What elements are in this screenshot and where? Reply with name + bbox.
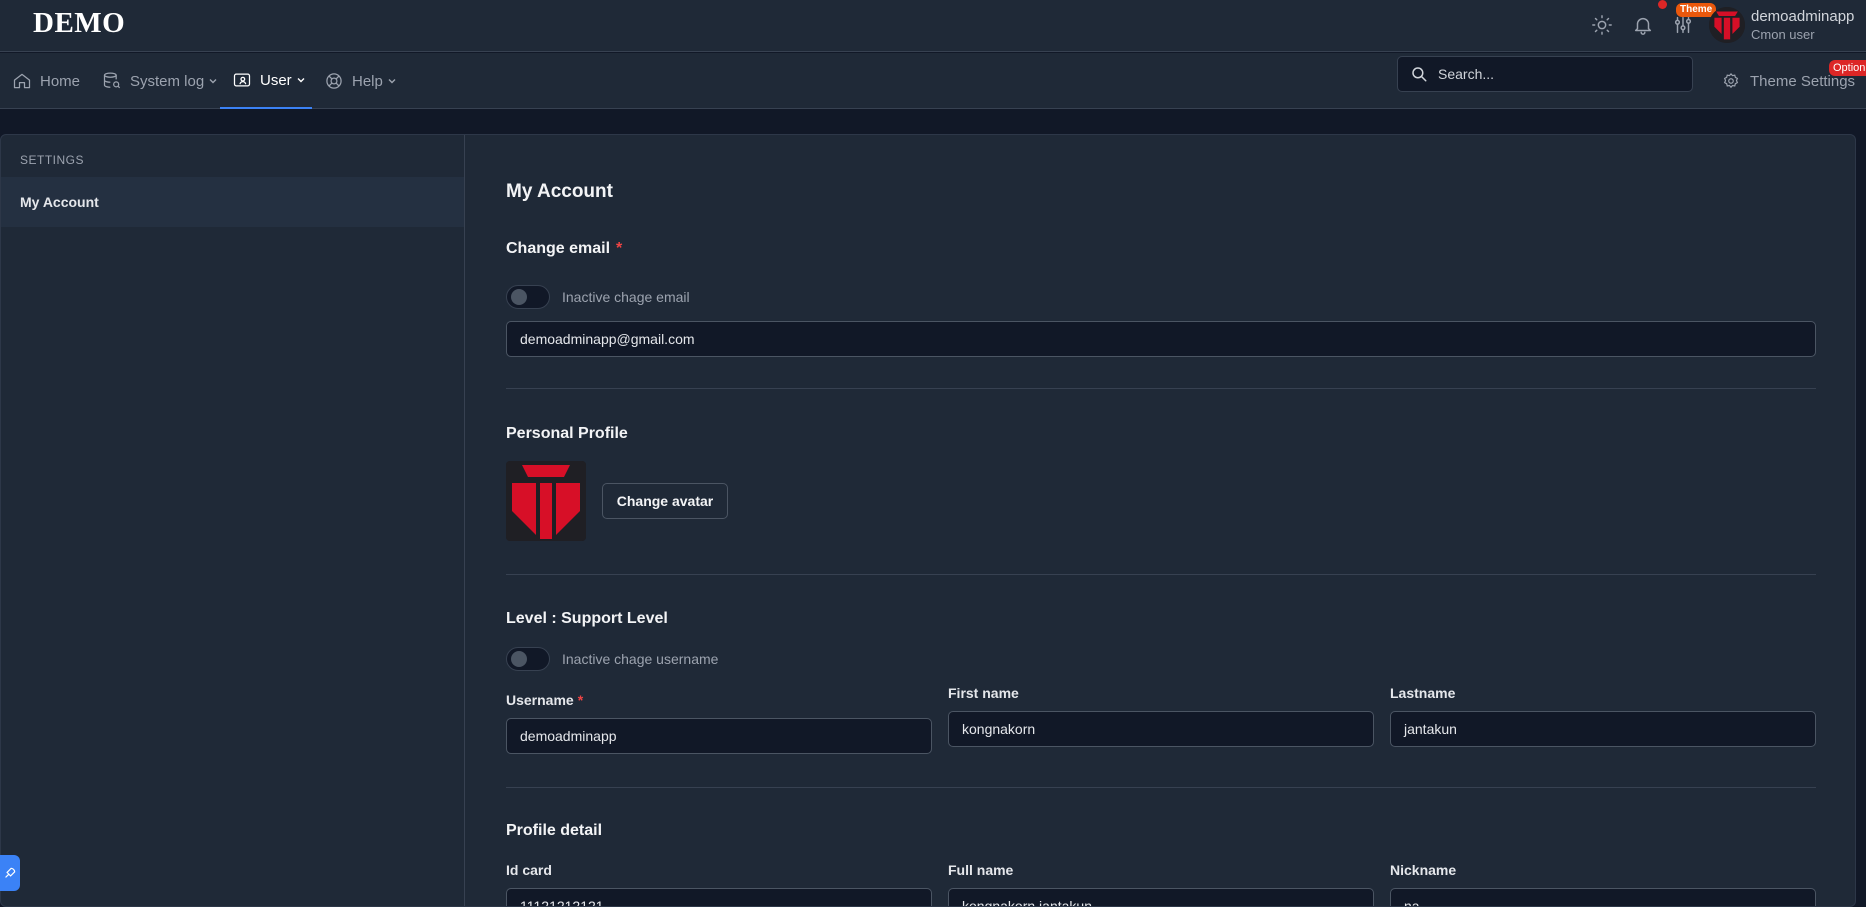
idcard-field[interactable]: 11121212121	[506, 888, 932, 906]
chevron-down-icon	[209, 79, 217, 84]
settings-panel: SETTINGS My Account My Account Change em…	[0, 134, 1856, 907]
rocket-icon	[5, 867, 16, 878]
nav-system-log-label: System log	[130, 72, 205, 90]
profile-detail-heading: Profile detail	[506, 822, 603, 839]
user-name[interactable]: demoadminapp	[1751, 8, 1854, 25]
bell-icon[interactable]	[1632, 14, 1654, 36]
firstname-field[interactable]: kongnakorn	[948, 711, 1374, 747]
chevron-down-icon	[388, 79, 396, 84]
change-email-heading: Change email *	[506, 240, 622, 258]
email-toggle[interactable]	[506, 285, 550, 309]
search-icon	[1412, 67, 1427, 82]
user-card-icon	[233, 73, 251, 87]
change-email-label: Change email	[506, 240, 611, 257]
username-toggle[interactable]	[506, 647, 550, 671]
database-search-icon	[103, 72, 121, 89]
nav-home-label: Home	[40, 72, 81, 90]
required-marker: *	[577, 692, 584, 708]
sun-icon[interactable]	[1591, 14, 1613, 36]
home-icon	[13, 73, 31, 89]
search-placeholder: Search...	[1438, 66, 1495, 82]
nav-help[interactable]: Help	[324, 53, 397, 109]
divider	[506, 787, 1816, 788]
notification-dot	[1658, 0, 1667, 9]
profile-avatar	[506, 461, 586, 541]
app-logo[interactable]: DEMO	[33, 7, 125, 40]
chevron-down-icon	[297, 78, 305, 83]
nav-system-log[interactable]: System log	[102, 53, 218, 109]
divider	[506, 574, 1816, 575]
change-avatar-button[interactable]: Change avatar	[602, 483, 728, 519]
idcard-label: Id card	[506, 862, 552, 878]
nav-home[interactable]: Home	[12, 53, 80, 109]
sliders-icon[interactable]	[1672, 14, 1694, 36]
lastname-field[interactable]: jantakun	[1390, 711, 1816, 747]
theme-badge: Theme	[1676, 3, 1717, 17]
search-input[interactable]: Search...	[1397, 56, 1693, 92]
gear-icon	[1723, 72, 1739, 89]
option-badge: Option	[1829, 60, 1866, 76]
account-form: My Account Change email * Inactive chage …	[506, 135, 1816, 906]
personal-profile-heading: Personal Profile	[506, 425, 628, 442]
main-nav: Home System log User Help Search... Them…	[0, 53, 1866, 109]
required-marker: *	[616, 240, 623, 257]
page-title: My Account	[506, 181, 613, 202]
top-header: DEMO Theme demoadminapp Cmon user	[0, 0, 1866, 52]
divider	[506, 388, 1816, 389]
email-field[interactable]: demoadminapp@gmail.com	[506, 321, 1816, 357]
rocket-button[interactable]	[0, 855, 20, 891]
fullname-label: Full name	[948, 862, 1014, 878]
username-label-text: Username	[506, 692, 574, 708]
nickname-field[interactable]: na	[1390, 888, 1816, 906]
settings-sidebar: SETTINGS My Account	[1, 135, 465, 906]
lastname-label: Lastname	[1390, 685, 1456, 701]
username-label: Username *	[506, 692, 583, 708]
sidebar-heading: SETTINGS	[20, 153, 85, 167]
nav-help-label: Help	[352, 72, 383, 90]
email-toggle-label: Inactive chage email	[562, 289, 690, 305]
firstname-label: First name	[948, 685, 1019, 701]
user-role: Cmon user	[1751, 27, 1815, 42]
nav-user[interactable]: User	[220, 53, 312, 109]
nav-user-label: User	[260, 71, 292, 89]
username-field[interactable]: demoadminapp	[506, 718, 932, 754]
fullname-field[interactable]: kongnakorn jantakun	[948, 888, 1374, 906]
lifebuoy-icon	[326, 73, 342, 89]
username-toggle-label: Inactive chage username	[562, 651, 719, 667]
user-avatar[interactable]	[1709, 7, 1745, 43]
level-heading: Level : Support Level	[506, 610, 668, 627]
sidebar-item-my-account[interactable]: My Account	[1, 177, 464, 227]
nickname-label: Nickname	[1390, 862, 1457, 878]
